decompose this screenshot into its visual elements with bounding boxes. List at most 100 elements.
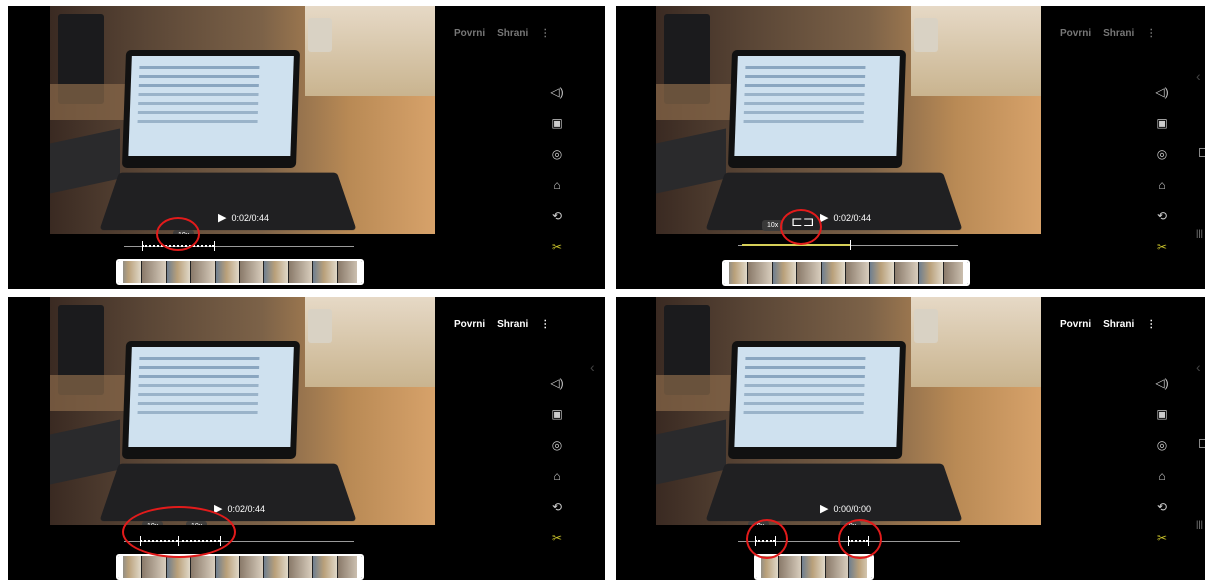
save-button[interactable]: Shrani [1103,319,1134,330]
trim-handle-left[interactable] [756,556,761,578]
tool-panel: ◁) ▣ ◎ ⌂ ⟲ ✂ [549,375,565,561]
save-button[interactable]: Shrani [497,319,528,330]
laptop-screen [121,341,301,459]
lamp [914,18,938,52]
sticker-icon[interactable]: ▣ [549,406,565,437]
playback-controls: ▶ 0:02/0:44 [820,211,871,224]
time-display: 0:02/0:44 [227,503,266,514]
chevron-left-icon[interactable]: ‹ [1196,68,1201,84]
time-display: 0:02/0:44 [231,212,270,223]
filter-icon[interactable]: ◎ [549,437,565,468]
annotation-circle-right [838,519,882,559]
keyboard [656,419,726,485]
video-preview[interactable]: ▶ 0:00/0:00 10x 10x [656,297,1041,525]
keyboard [50,128,120,194]
top-actions: Povrni Shrani ⋮ [1060,28,1156,39]
trim-handle-right[interactable] [357,556,362,578]
playback-controls: ▶ 0:00/0:00 [820,502,871,515]
revert-button[interactable]: Povrni [1060,319,1091,330]
rotate-icon[interactable]: ⟲ [549,208,565,239]
volume-icon[interactable]: ◁) [1154,375,1170,406]
top-actions: Povrni Shrani ⋮ [454,319,550,330]
laptop-screen [727,50,907,168]
more-icon[interactable]: ⋮ [1146,28,1156,39]
filmstrip[interactable] [116,259,364,285]
filmstrip[interactable] [116,554,364,580]
filter-icon[interactable]: ◎ [549,146,565,177]
trim-handle-left[interactable] [118,261,123,283]
playback-controls: ▶ 0:02/0:44 [218,211,269,224]
panel-3: ▶ 0:02/0:44 10x 10x Povrni Shrani ⋮ ◁) ▣… [8,297,605,580]
panel-4: ▶ 0:00/0:00 10x 10x Povrni Shrani ⋮ ◁) ▣… [616,297,1205,580]
cut-icon[interactable]: ✂ [549,530,565,561]
chevron-left-icon[interactable]: ‹ [1196,359,1201,375]
trim-handle-left[interactable] [724,262,729,284]
volume-icon[interactable]: ◁) [1154,84,1170,115]
lamp [308,18,332,52]
square-icon[interactable] [1199,148,1205,157]
lamp [308,309,332,343]
laptop-screen [121,50,301,168]
play-icon[interactable]: ▶ [218,211,226,224]
volume-icon[interactable]: ◁) [549,84,565,115]
recents-icon[interactable]: ||| [1196,228,1203,238]
adjust-icon[interactable]: ⌂ [1154,177,1170,208]
filter-icon[interactable]: ◎ [1154,437,1170,468]
keyboard [50,419,120,485]
rotate-icon[interactable]: ⟲ [1154,499,1170,530]
top-actions: Povrni Shrani ⋮ [454,28,550,39]
top-actions: Povrni Shrani ⋮ [1060,319,1156,330]
trim-handle-right[interactable] [357,261,362,283]
trim-handle-right[interactable] [963,262,968,284]
filmstrip[interactable] [722,260,970,286]
rotate-icon[interactable]: ⟲ [1154,208,1170,239]
more-icon[interactable]: ⋮ [1146,319,1156,330]
adjust-icon[interactable]: ⌂ [1154,468,1170,499]
square-icon[interactable] [1199,439,1205,448]
adjust-icon[interactable]: ⌂ [549,177,565,208]
playback-controls: ▶ 0:02/0:44 [214,502,265,515]
keyboard [656,128,726,194]
play-icon[interactable]: ▶ [820,502,828,515]
revert-button[interactable]: Povrni [454,28,485,39]
volume-icon[interactable]: ◁) [549,375,565,406]
time-display: 0:00/0:00 [833,503,872,514]
annotation-circle [122,506,236,558]
rotate-icon[interactable]: ⟲ [549,499,565,530]
sticker-icon[interactable]: ▣ [549,115,565,146]
tool-panel: ◁) ▣ ◎ ⌂ ⟲ ✂ [1154,84,1170,270]
lamp [914,309,938,343]
sticker-icon[interactable]: ▣ [1154,406,1170,437]
laptop-screen [727,341,907,459]
annotation-circle-left [746,519,788,559]
panel-2: ▶ 0:02/0:44 10x ⊏⊐ Povrni Shrani ⋮ ◁) ▣ … [616,6,1205,289]
sticker-icon[interactable]: ▣ [1154,115,1170,146]
time-display: 0:02/0:44 [833,212,872,223]
more-icon[interactable]: ⋮ [540,319,550,330]
video-preview[interactable]: ▶ 0:02/0:44 10x ⊏⊐ [656,6,1041,234]
save-button[interactable]: Shrani [1103,28,1134,39]
video-preview[interactable]: ▶ 0:02/0:44 10x [50,6,435,234]
cut-icon[interactable]: ✂ [1154,239,1170,270]
tool-panel: ◁) ▣ ◎ ⌂ ⟲ ✂ [1154,375,1170,561]
filter-icon[interactable]: ◎ [1154,146,1170,177]
tool-panel: ◁) ▣ ◎ ⌂ ⟲ ✂ [549,84,565,270]
adjust-icon[interactable]: ⌂ [549,468,565,499]
revert-button[interactable]: Povrni [1060,28,1091,39]
chevron-left-icon[interactable]: ‹ [590,359,595,375]
cut-icon[interactable]: ✂ [549,239,565,270]
video-preview[interactable]: ▶ 0:02/0:44 10x 10x [50,297,435,525]
revert-button[interactable]: Povrni [454,319,485,330]
save-button[interactable]: Shrani [497,28,528,39]
annotation-circle [780,209,822,245]
trim-handle-left[interactable] [118,556,123,578]
recents-icon[interactable]: ||| [1196,519,1203,529]
trim-handle-right[interactable] [867,556,872,578]
panel-1: ▶ 0:02/0:44 10x Povrni Shrani ⋮ ◁) ▣ ◎ ⌂… [8,6,605,289]
segment-end-handle[interactable] [850,240,851,250]
cut-icon[interactable]: ✂ [1154,530,1170,561]
annotation-circle [156,217,200,251]
more-icon[interactable]: ⋮ [540,28,550,39]
segment-end-handle[interactable] [214,241,215,251]
segment-start-handle[interactable] [142,241,143,251]
